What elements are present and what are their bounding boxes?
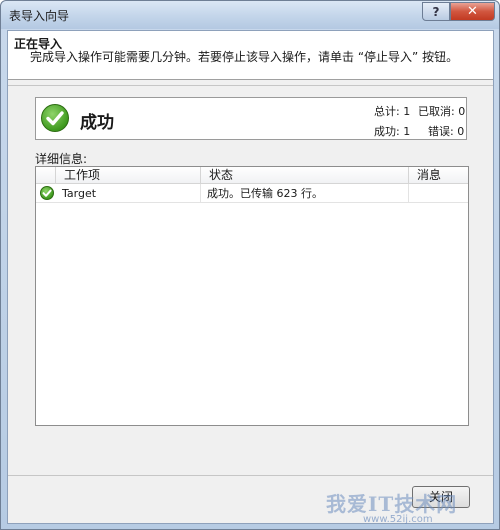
cancelled-count: 已取消: 0 — [418, 105, 466, 118]
success-count: 成功: 1 — [374, 125, 411, 138]
title-bar[interactable]: 表导入向导 ? ✕ — [1, 1, 499, 29]
cell-item: Target — [56, 184, 201, 203]
details-grid[interactable]: 工作项 状态 消息 Target 成功。已传输 623 行。 — [35, 166, 469, 426]
window-title: 表导入向导 — [9, 9, 70, 23]
close-icon: ✕ — [467, 4, 478, 19]
header-description: 完成导入操作可能需要几分钟。若要停止该导入操作，请单击 “停止导入” 按钮。 — [30, 50, 459, 64]
success-check-icon — [40, 186, 54, 200]
watermark-url: www.52ij.com — [363, 514, 433, 525]
details-label: 详细信息: — [35, 152, 88, 166]
watermark-text: 我爱IT技术网 — [326, 492, 458, 516]
grid-icon-column-header — [36, 167, 56, 184]
success-check-icon — [41, 104, 69, 132]
grid-header: 工作项 状态 消息 — [36, 167, 468, 184]
column-header-status[interactable]: 状态 — [201, 167, 409, 184]
import-wizard-window: 表导入向导 ? ✕ 正在导入 完成导入操作可能需要几分钟。若要停止该导入操作，请… — [0, 0, 500, 530]
column-header-item[interactable]: 工作项 — [56, 167, 201, 184]
status-panel: 成功 总计: 1 已取消: 0 成功: 1 错误: 0 — [35, 97, 467, 140]
help-button[interactable]: ? — [422, 2, 450, 21]
total-count: 总计: 1 — [374, 105, 411, 118]
footer-divider — [8, 475, 493, 476]
column-header-message[interactable]: 消息 — [409, 167, 468, 184]
table-row[interactable]: Target 成功。已传输 623 行。 — [36, 184, 468, 203]
help-icon: ? — [432, 4, 440, 19]
header-divider — [8, 85, 493, 86]
close-window-button[interactable]: ✕ — [450, 2, 495, 21]
header-band: 正在导入 完成导入操作可能需要几分钟。若要停止该导入操作，请单击 “停止导入” … — [8, 31, 493, 80]
error-count: 错误: 0 — [428, 125, 465, 138]
cell-status: 成功。已传输 623 行。 — [201, 184, 409, 203]
cell-message — [409, 184, 468, 203]
dialog-client-area: 正在导入 完成导入操作可能需要几分钟。若要停止该导入操作，请单击 “停止导入” … — [7, 30, 494, 524]
status-text: 成功 — [80, 113, 114, 133]
